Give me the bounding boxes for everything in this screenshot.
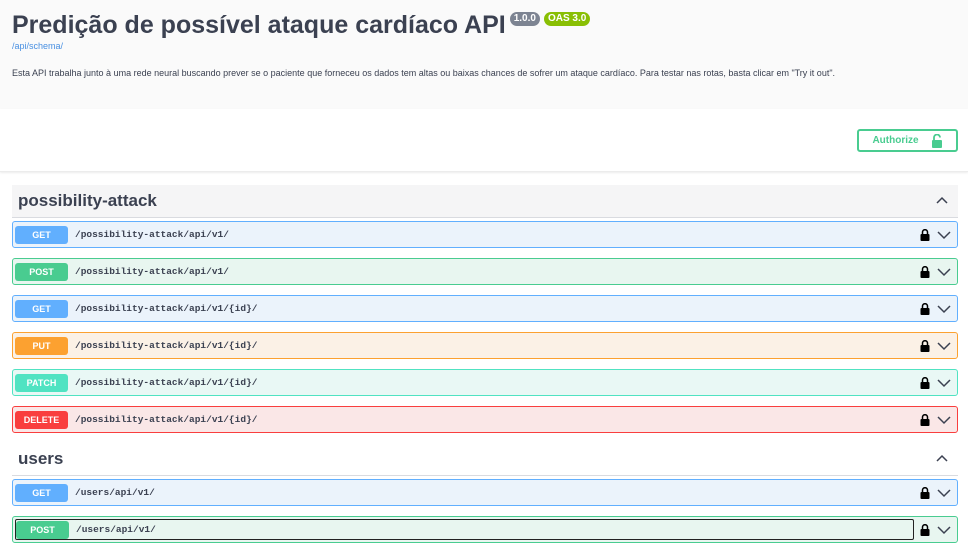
operation-path: /possibility-attack/api/v1/{id}/ <box>75 340 258 351</box>
chevron-down-icon[interactable] <box>937 341 951 351</box>
lock-icon[interactable] <box>920 523 930 536</box>
focused-summary[interactable]: POST /users/api/v1/ <box>15 519 914 540</box>
lock-icon[interactable] <box>920 228 930 241</box>
unlock-icon <box>931 133 942 148</box>
operation-row[interactable]: GET /users/api/v1/ <box>12 479 958 506</box>
operation-row[interactable]: POST /users/api/v1/ <box>12 516 958 543</box>
operations-wrapper: possibility-attack GET /possibility-atta… <box>0 172 968 543</box>
chevron-down-icon[interactable] <box>937 267 951 277</box>
method-badge: POST <box>15 262 68 281</box>
operation-path: /possibility-attack/api/v1/ <box>75 266 229 277</box>
chevron-down-icon[interactable] <box>937 304 951 314</box>
authorize-button[interactable]: Authorize <box>857 129 958 152</box>
tag-header-possibility-attack[interactable]: possibility-attack <box>12 185 958 218</box>
api-info: Predição de possível ataque cardíaco API… <box>0 0 968 109</box>
tag-name: possibility-attack <box>18 191 157 210</box>
operation-path: /possibility-attack/api/v1/{id}/ <box>75 414 258 425</box>
operation-row[interactable]: GET /possibility-attack/api/v1/ <box>12 221 958 248</box>
chevron-down-icon[interactable] <box>937 230 951 240</box>
lock-icon[interactable] <box>920 486 930 499</box>
operation-path: /possibility-attack/api/v1/ <box>75 229 229 240</box>
api-description: Esta API trabalha junto à uma rede neura… <box>12 68 836 78</box>
method-badge: GET <box>15 299 68 318</box>
operation-row[interactable]: PATCH /possibility-attack/api/v1/{id}/ <box>12 369 958 396</box>
lock-icon[interactable] <box>920 376 930 389</box>
chevron-down-icon[interactable] <box>937 525 951 535</box>
scheme-container: Authorize <box>0 109 968 172</box>
operation-row[interactable]: POST /possibility-attack/api/v1/ <box>12 258 958 285</box>
tag-name: users <box>18 449 64 468</box>
operation-row[interactable]: PUT /possibility-attack/api/v1/{id}/ <box>12 332 958 359</box>
method-badge: DELETE <box>15 410 68 429</box>
method-badge: GET <box>15 483 68 502</box>
operation-row[interactable]: GET /possibility-attack/api/v1/{id}/ <box>12 295 958 322</box>
api-title: Predição de possível ataque cardíaco API <box>12 11 506 39</box>
operation-path: /users/api/v1/ <box>75 487 155 498</box>
chevron-down-icon[interactable] <box>937 378 951 388</box>
lock-icon[interactable] <box>920 413 930 426</box>
method-badge: POST <box>16 520 69 539</box>
chevron-down-icon[interactable] <box>937 488 951 498</box>
lock-icon[interactable] <box>920 302 930 315</box>
operation-path: /possibility-attack/api/v1/{id}/ <box>75 303 258 314</box>
chevron-up-icon[interactable] <box>934 193 950 209</box>
authorize-label: Authorize <box>872 135 919 146</box>
schema-link[interactable]: /api/schema/ <box>12 41 956 51</box>
lock-icon[interactable] <box>920 265 930 278</box>
method-badge: GET <box>15 225 68 244</box>
chevron-up-icon[interactable] <box>934 451 950 467</box>
oas-badge: OAS 3.0 <box>543 12 591 26</box>
tag-header-users[interactable]: users <box>12 443 958 476</box>
operation-path: /users/api/v1/ <box>76 524 156 535</box>
chevron-down-icon[interactable] <box>937 415 951 425</box>
version-badge: 1.0.0 <box>509 12 540 26</box>
operation-row[interactable]: DELETE /possibility-attack/api/v1/{id}/ <box>12 406 958 433</box>
operation-path: /possibility-attack/api/v1/{id}/ <box>75 377 258 388</box>
lock-icon[interactable] <box>920 339 930 352</box>
method-badge: PATCH <box>15 373 68 392</box>
method-badge: PUT <box>15 336 68 355</box>
